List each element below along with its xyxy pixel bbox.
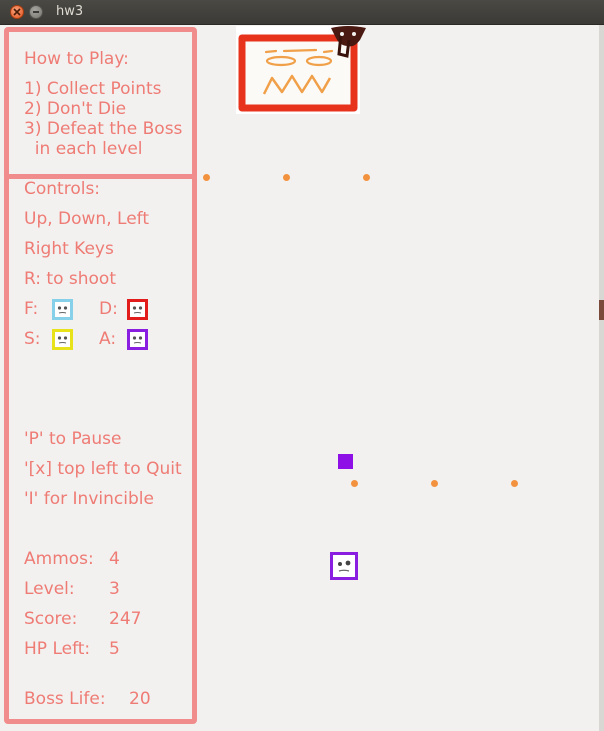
key-label-d: D: xyxy=(99,299,118,319)
point-dot xyxy=(203,174,210,181)
controls-extra: 'I' for Invincible xyxy=(24,489,154,509)
controls-line: Up, Down, Left xyxy=(24,209,150,229)
score-value: 247 xyxy=(109,609,142,629)
player-square xyxy=(338,454,353,469)
window-title: hw3 xyxy=(56,4,84,19)
level-value: 3 xyxy=(109,579,120,599)
face-icon xyxy=(52,329,73,350)
ammos-value: 4 xyxy=(109,549,120,569)
controls-extra: '[x] top left to Quit xyxy=(24,459,182,479)
face-icon xyxy=(52,299,73,320)
how-to-play-line: 1) Collect Points xyxy=(24,79,162,99)
minimize-icon[interactable] xyxy=(29,5,43,19)
game-window: hw3 How to Play: 1) Collect Points 2) Do… xyxy=(0,0,604,731)
hp-value: 5 xyxy=(109,639,120,659)
hp-label: HP Left: xyxy=(24,639,91,659)
controls-heading: Controls: xyxy=(24,179,101,199)
how-to-play-line: 2) Don't Die xyxy=(24,99,127,119)
boss-life-label: Boss Life: xyxy=(24,689,106,709)
point-dot xyxy=(511,480,518,487)
point-dot xyxy=(351,480,358,487)
point-dot xyxy=(283,174,290,181)
level-label: Level: xyxy=(24,579,75,599)
how-to-play-heading: How to Play: xyxy=(24,49,129,69)
score-label: Score: xyxy=(24,609,78,629)
face-icon xyxy=(127,299,148,320)
ammos-label: Ammos: xyxy=(24,549,94,569)
game-field xyxy=(198,25,599,731)
controls-extra: 'P' to Pause xyxy=(24,429,122,449)
key-label-a: A: xyxy=(99,329,117,349)
how-to-play-line: 3) Defeat the Boss xyxy=(24,119,183,139)
boss-sprite xyxy=(236,26,366,114)
controls-line: R: to shoot xyxy=(24,269,116,289)
key-label-f: F: xyxy=(24,299,39,319)
window-edge-mark xyxy=(599,300,604,320)
point-dot xyxy=(431,480,438,487)
window-edge xyxy=(599,25,604,731)
point-dot xyxy=(363,174,370,181)
close-icon[interactable] xyxy=(10,5,24,19)
controls-line: Right Keys xyxy=(24,239,114,259)
title-bar: hw3 xyxy=(0,0,604,25)
key-label-s: S: xyxy=(24,329,41,349)
how-to-play-line: in each level xyxy=(24,139,143,159)
face-icon xyxy=(127,329,148,350)
boss-life-value: 20 xyxy=(129,689,151,709)
enemy-face-icon xyxy=(330,552,358,580)
